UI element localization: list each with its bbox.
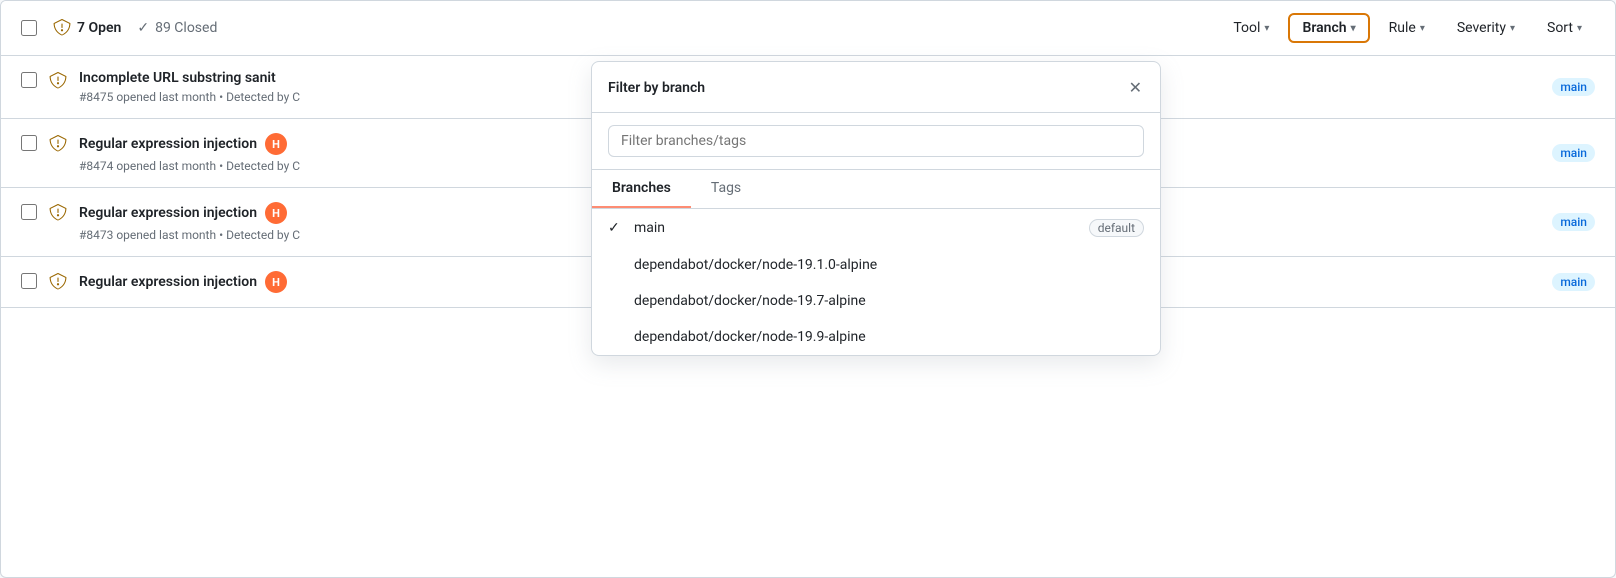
severity-filter-button[interactable]: Severity ▾ [1444,14,1528,42]
branch-badge-2: main [1552,144,1595,162]
branch-name-2: dependabot/docker/node-19.7-alpine [634,293,866,309]
main-container: 7 Open ✓ 89 Closed Tool ▾ Branch ▾ Rule … [0,0,1616,578]
dropdown-close-button[interactable]: ✕ [1127,76,1144,100]
dropdown-title: Filter by branch [608,80,705,96]
row-checkbox-3[interactable] [21,204,37,220]
severity-badge-3: H [265,202,287,224]
header-bar: 7 Open ✓ 89 Closed Tool ▾ Branch ▾ Rule … [1,1,1615,56]
rule-caret-icon: ▾ [1420,23,1425,34]
tool-caret-icon: ▾ [1264,23,1269,34]
branch-list: ✓ main default ✓ dependabot/docker/node-… [592,209,1160,355]
branch-search-input[interactable] [608,125,1144,157]
alert-info-4: Regular expression injection H [79,271,287,293]
rule-filter-label: Rule [1389,20,1416,36]
tool-filter-label: Tool [1233,20,1260,36]
dropdown-header: Filter by branch ✕ [592,62,1160,113]
alert-meta-2: #8474 opened last month • Detected by C [79,159,300,173]
severity-badge-2: H [265,133,287,155]
sort-label: Sort [1547,20,1573,36]
row-checkbox-2[interactable] [21,135,37,151]
alert-left-3: Regular expression injection H #8473 ope… [21,202,300,242]
shield-icon [53,19,71,37]
row-checkbox-4[interactable] [21,273,37,289]
branch-item-2[interactable]: ✓ dependabot/docker/node-19.7-alpine [592,283,1160,319]
checkmark-icon: ✓ [137,20,149,36]
alert-title-4: Regular expression injection [79,274,257,290]
branch-item-main[interactable]: ✓ main default [592,209,1160,247]
alert-right-3: main [1552,213,1595,231]
branch-item-3-left: ✓ dependabot/docker/node-19.9-alpine [608,329,866,345]
open-count-item: 7 Open [53,19,121,37]
branch-badge-1: main [1552,78,1595,96]
alert-left-2: Regular expression injection H #8474 ope… [21,133,300,173]
alert-meta-1: #8475 opened last month • Detected by C [79,90,300,104]
alert-info-3: Regular expression injection H #8473 ope… [79,202,300,242]
alert-title-1: Incomplete URL substring sanit [79,70,300,86]
tab-tags[interactable]: Tags [691,170,761,208]
alert-meta-3: #8473 opened last month • Detected by C [79,228,300,242]
alert-right-1: main [1552,78,1595,96]
branch-name-1: dependabot/docker/node-19.1.0-alpine [634,257,877,273]
open-count-label: 7 Open [77,20,121,36]
branch-selected-checkmark: ✓ [608,220,624,236]
tab-tags-label: Tags [711,180,741,196]
header-right: Tool ▾ Branch ▾ Rule ▾ Severity ▾ Sort ▾ [1220,13,1595,43]
alert-right-2: main [1552,144,1595,162]
alert-info-1: Incomplete URL substring sanit #8475 ope… [79,70,300,104]
branch-badge-3: main [1552,213,1595,231]
alert-shield-icon-4 [49,273,67,291]
branch-item-3[interactable]: ✓ dependabot/docker/node-19.9-alpine [592,319,1160,355]
master-checkbox[interactable] [21,20,37,36]
alert-shield-icon-1 [49,72,67,90]
alert-title-2: Regular expression injection [79,136,257,152]
sort-button[interactable]: Sort ▾ [1534,14,1595,42]
branch-caret-icon: ▾ [1351,23,1356,34]
tab-branches-label: Branches [612,180,671,196]
branch-item-1[interactable]: ✓ dependabot/docker/node-19.1.0-alpine [592,247,1160,283]
rule-filter-button[interactable]: Rule ▾ [1376,14,1438,42]
row-checkbox-1[interactable] [21,72,37,88]
alert-shield-icon-3 [49,204,67,222]
header-left: 7 Open ✓ 89 Closed [21,19,217,37]
closed-count-label: 89 Closed [155,20,217,36]
severity-filter-label: Severity [1457,20,1506,36]
branch-item-main-left: ✓ main [608,220,665,236]
tabs-row: Branches Tags [592,170,1160,209]
branch-item-1-left: ✓ dependabot/docker/node-19.1.0-alpine [608,257,877,273]
close-icon: ✕ [1129,78,1142,98]
branch-badge-4: main [1552,273,1595,291]
alert-info-2: Regular expression injection H #8474 ope… [79,133,300,173]
alert-left: Incomplete URL substring sanit #8475 ope… [21,70,300,104]
sort-caret-icon: ▾ [1577,23,1582,34]
severity-caret-icon: ▾ [1510,23,1515,34]
search-box [592,113,1160,170]
open-closed-group: 7 Open ✓ 89 Closed [53,19,217,37]
alert-left-4: Regular expression injection H [21,271,287,293]
branch-item-2-left: ✓ dependabot/docker/node-19.7-alpine [608,293,866,309]
default-badge: default [1089,219,1144,237]
tool-filter-button[interactable]: Tool ▾ [1220,14,1282,42]
alert-right-4: main [1552,273,1595,291]
tab-branches[interactable]: Branches [592,170,691,208]
branch-name-3: dependabot/docker/node-19.9-alpine [634,329,866,345]
closed-count-item: ✓ 89 Closed [137,20,217,36]
branch-dropdown: Filter by branch ✕ Branches Tags ✓ main … [591,61,1161,356]
alert-shield-icon-2 [49,135,67,153]
branch-filter-label: Branch [1302,20,1346,36]
branch-filter-button[interactable]: Branch ▾ [1288,13,1369,43]
alert-title-3: Regular expression injection [79,205,257,221]
severity-badge-4: H [265,271,287,293]
branch-name-main: main [634,220,665,236]
